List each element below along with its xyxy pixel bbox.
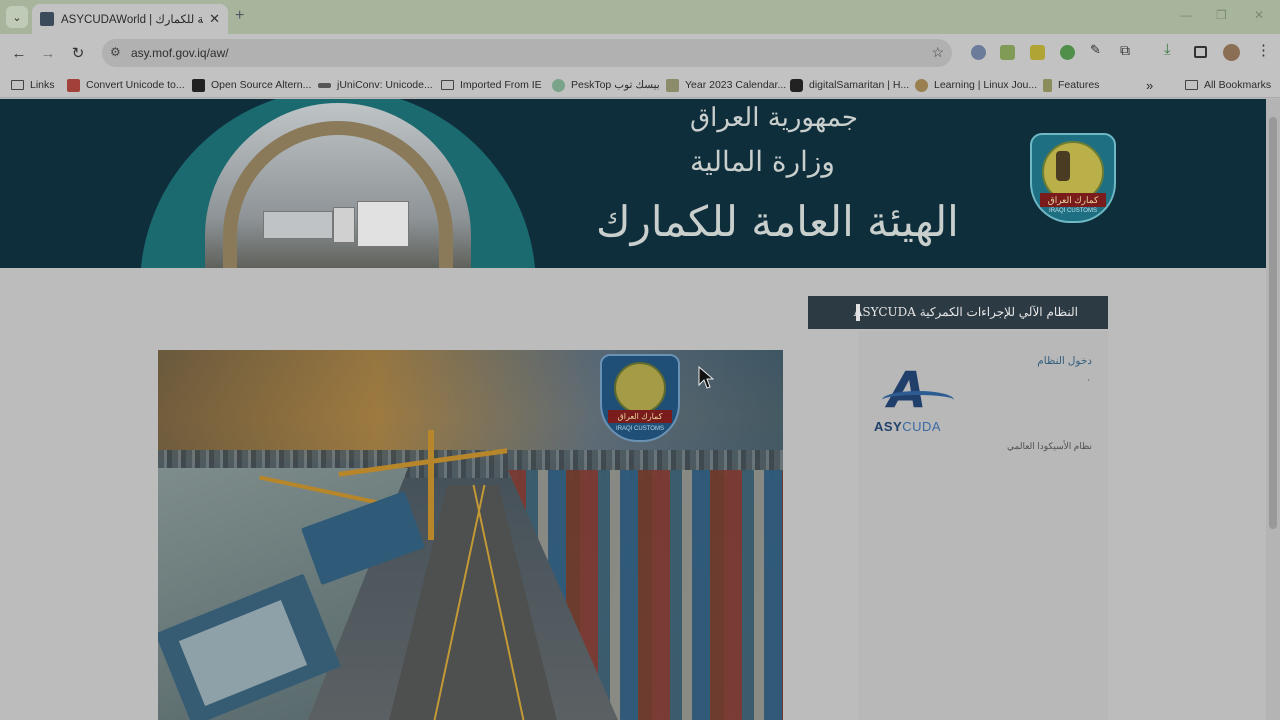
bookmark-juniconv[interactable]: jUniConv: Unicode... bbox=[318, 77, 433, 93]
minimize-button[interactable]: — bbox=[1180, 8, 1192, 22]
active-tab[interactable]: ASYCUDAWorld | الهيئة العامة للكمارك ✕ bbox=[32, 4, 228, 34]
juniconv-icon bbox=[318, 82, 331, 88]
bookmark-open-source[interactable]: Open Source Altern... bbox=[192, 77, 311, 93]
badge-label: كمارك العراق bbox=[608, 410, 672, 423]
asycuda-swoosh-icon bbox=[882, 391, 954, 409]
extension-green-icon[interactable] bbox=[1060, 45, 1075, 60]
mouse-cursor-icon bbox=[698, 366, 714, 389]
bookmarks-bar: Links Convert Unicode to... Open Source … bbox=[0, 72, 1280, 98]
asycuda-logo[interactable]: A ASYCUDA bbox=[874, 361, 958, 439]
site-banner: جمهورية العراق وزارة المالية الهيئة العا… bbox=[0, 99, 1266, 268]
eagle-icon bbox=[1056, 151, 1070, 181]
bookmark-convert-unicode[interactable]: Convert Unicode to... bbox=[67, 77, 185, 93]
bookmark-label: Convert Unicode to... bbox=[86, 79, 185, 91]
extension-yellow-icon[interactable] bbox=[1030, 45, 1045, 60]
folder-icon bbox=[11, 80, 24, 90]
bookmark-digitalsamaritan[interactable]: digitalSamaritan | H... bbox=[790, 77, 909, 93]
profile-avatar[interactable] bbox=[1223, 44, 1240, 61]
container-yard bbox=[508, 470, 783, 720]
crane-tower bbox=[428, 430, 434, 540]
truck-cab-small bbox=[333, 207, 355, 243]
side-panel-icon[interactable] bbox=[1194, 46, 1207, 58]
iraqi-customs-badge: كمارك العراق IRAQI CUSTOMS bbox=[600, 354, 680, 442]
close-tab-icon[interactable]: ✕ bbox=[209, 11, 220, 27]
bookmark-label: All Bookmarks bbox=[1204, 79, 1272, 91]
pesktop-icon bbox=[552, 78, 565, 92]
folder-icon bbox=[1185, 80, 1198, 90]
banner-republic-text: جمهورية العراق bbox=[690, 103, 858, 133]
calendar-icon bbox=[666, 78, 679, 92]
system-header: النظام الآلي للإجراءات الكمركية ASYCUDA bbox=[808, 296, 1108, 329]
system-header-title: النظام الآلي للإجراءات الكمركية ASYCUDA bbox=[853, 305, 1078, 319]
menu-kebab-icon[interactable]: ⋮ bbox=[1256, 41, 1271, 59]
address-bar[interactable]: ⚙ asy.mof.gov.iq/aw/ ☆ bbox=[102, 39, 952, 67]
bookmark-linux-journey[interactable]: Learning | Linux Jou... bbox=[915, 77, 1037, 93]
bookmark-features[interactable]: Features bbox=[1043, 77, 1099, 93]
reload-button[interactable]: ↻ bbox=[67, 42, 89, 64]
extension-check-icon[interactable] bbox=[1000, 45, 1015, 60]
banner-customs-text: الهيئة العامة للكمارك bbox=[596, 197, 959, 246]
bookmark-calendar[interactable]: Year 2023 Calendar... bbox=[666, 77, 786, 93]
bookmark-imported-ie[interactable]: Imported From IE bbox=[441, 77, 542, 93]
maximize-button[interactable]: ❐ bbox=[1216, 8, 1227, 22]
folder-icon bbox=[441, 80, 454, 90]
forward-button[interactable]: → bbox=[37, 42, 59, 64]
site-info-icon[interactable]: ⚙ bbox=[110, 45, 121, 59]
downloads-icon[interactable]: ⤓ bbox=[1164, 41, 1179, 58]
browser-toolbar: ← → ↻ ⚙ asy.mof.gov.iq/aw/ ☆ ✎ ⧉ ⤓ ⋮ bbox=[0, 34, 1280, 72]
sky bbox=[158, 350, 783, 460]
close-window-button[interactable]: ✕ bbox=[1254, 8, 1264, 22]
extension-translate-icon[interactable] bbox=[971, 45, 986, 60]
bookmark-label: digitalSamaritan | H... bbox=[809, 79, 910, 91]
bookmark-star-icon[interactable]: ☆ bbox=[931, 44, 944, 61]
youtube-icon bbox=[790, 78, 803, 92]
world-asycuda-caption: نظام الأسيكودا العالمي bbox=[1007, 441, 1092, 451]
emblem-subtitle: IRAQI CUSTOMS bbox=[1049, 208, 1097, 214]
new-tab-button[interactable]: + bbox=[235, 7, 244, 25]
bookmark-label: Year 2023 Calendar... bbox=[685, 79, 787, 91]
bookmark-label: Links bbox=[30, 79, 55, 91]
bookmark-links[interactable]: Links bbox=[11, 77, 55, 93]
banner-ministry-text: وزارة المالية bbox=[690, 145, 835, 178]
all-bookmarks-button[interactable]: All Bookmarks bbox=[1185, 77, 1271, 93]
extensions-puzzle-icon[interactable]: ⧉ bbox=[1120, 42, 1135, 58]
bookmark-label: Imported From IE bbox=[460, 79, 542, 91]
bookmark-pesktop[interactable]: PeskTop بيسك توب bbox=[552, 77, 660, 93]
page-scrollbar[interactable] bbox=[1266, 99, 1280, 720]
system-login-link[interactable]: دخول النظام bbox=[1037, 355, 1092, 367]
port-hero-image: كمارك العراق IRAQI CUSTOMS bbox=[158, 350, 783, 720]
asycuda-logo-letter: A bbox=[888, 361, 927, 419]
bookmark-label: jUniConv: Unicode... bbox=[337, 79, 433, 91]
iraqi-customs-emblem: كمارك العراق IRAQI CUSTOMS bbox=[1030, 133, 1116, 223]
linux-icon bbox=[915, 78, 928, 92]
gate-arch bbox=[223, 121, 453, 268]
asycuda-wordmark: ASYCUDA bbox=[874, 419, 942, 434]
bookmark-label: Open Source Altern... bbox=[211, 79, 312, 91]
convert-unicode-icon bbox=[67, 78, 80, 92]
url-text[interactable]: asy.mof.gov.iq/aw/ bbox=[131, 46, 229, 60]
opensource-icon bbox=[192, 78, 205, 92]
truck-trailer bbox=[263, 211, 333, 239]
web-page: جمهورية العراق وزارة المالية الهيئة العا… bbox=[0, 99, 1266, 720]
features-icon bbox=[1043, 78, 1052, 92]
truck-cab bbox=[357, 201, 409, 247]
extension-pen-icon[interactable]: ✎ bbox=[1090, 42, 1105, 57]
back-button[interactable]: ← bbox=[8, 42, 30, 64]
tab-strip: ⌄ ASYCUDAWorld | الهيئة العامة للكمارك ✕… bbox=[0, 0, 1280, 34]
more-bookmarks-chevron-icon[interactable]: » bbox=[1146, 77, 1153, 93]
bookmark-label: Learning | Linux Jou... bbox=[934, 79, 1038, 91]
bookmark-label: PeskTop بيسك توب bbox=[571, 79, 660, 91]
badge-subtitle: IRAQI CUSTOMS bbox=[616, 426, 664, 432]
scroll-thumb[interactable] bbox=[1269, 117, 1277, 529]
badge-shield bbox=[614, 362, 666, 414]
bookmark-label: Features bbox=[1058, 79, 1100, 91]
tab-search-button[interactable]: ⌄ bbox=[6, 6, 28, 28]
site-favicon-icon bbox=[40, 12, 54, 26]
tab-title: ASYCUDAWorld | الهيئة العامة للكمارك bbox=[61, 14, 204, 26]
bullet-mark: ، bbox=[1087, 373, 1090, 383]
emblem-label: كمارك العراق bbox=[1040, 193, 1106, 207]
sidebar-panel: دخول النظام ، A ASYCUDA نظام الأسيكودا ا… bbox=[858, 331, 1108, 720]
